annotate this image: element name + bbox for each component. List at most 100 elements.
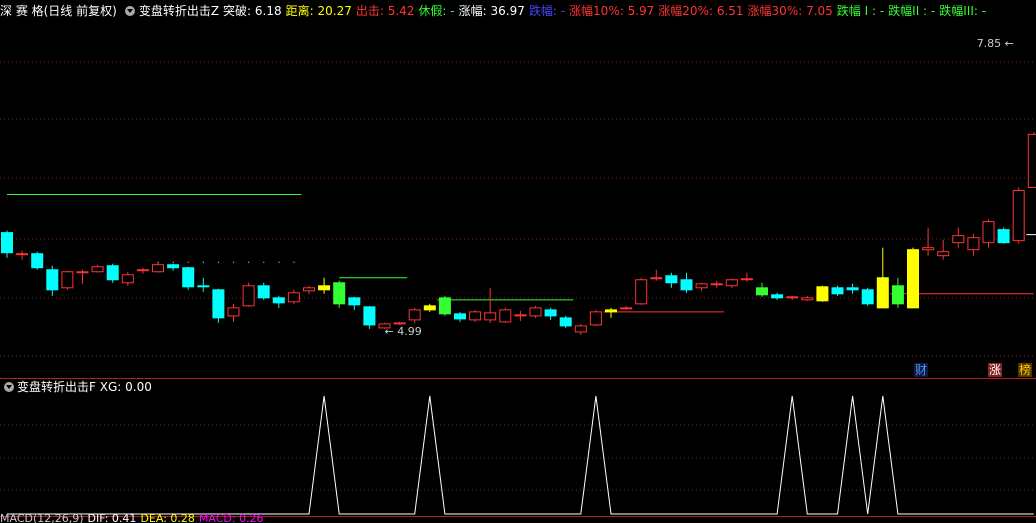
candle-body — [771, 294, 784, 299]
xg-series-line — [7, 395, 1034, 515]
candle-body — [786, 296, 799, 299]
candle-body — [31, 253, 44, 269]
candle-body — [484, 312, 497, 321]
candle-body — [559, 317, 572, 327]
chart-canvas: 7.85 ← ← 4.99 — [0, 37, 1036, 517]
header-item: 距离: 20.27 — [285, 4, 352, 18]
candle-body — [212, 289, 225, 319]
candle-body — [907, 249, 919, 309]
xg-value: 0.00 — [125, 380, 152, 394]
candle-body — [861, 289, 874, 305]
candle-body — [816, 286, 829, 302]
header-item: 跌幅III: - — [939, 4, 987, 18]
candle-body — [152, 264, 164, 273]
candle-body — [922, 247, 935, 251]
candle-body — [438, 297, 451, 315]
candle-body — [227, 307, 240, 317]
candle-body — [318, 285, 331, 291]
candle-body — [801, 297, 814, 301]
price-annotation: ← 4.99 — [385, 325, 422, 338]
candle-body — [891, 285, 904, 305]
candle-body — [1012, 190, 1025, 242]
candle-body — [514, 314, 527, 317]
candle-body — [665, 275, 678, 284]
candle-body — [121, 274, 134, 284]
candle-body — [167, 264, 180, 269]
candle-body — [16, 253, 29, 256]
candlestick-chart: 7.85 ← ← 4.99 — [1, 37, 1036, 338]
dot-marker — [248, 261, 250, 263]
dot-marker — [233, 261, 235, 263]
candle-body — [605, 309, 617, 313]
badge[interactable]: 涨 — [988, 363, 1003, 377]
candle-body — [1, 232, 13, 254]
candle-body — [997, 229, 1010, 244]
candle-body — [529, 307, 542, 317]
dot-marker — [293, 261, 295, 263]
candle-body — [408, 309, 421, 321]
dot-marker — [278, 261, 280, 263]
header-item: 出击: 5.42 — [355, 4, 415, 18]
candle-body — [136, 269, 149, 272]
candle-body — [106, 265, 119, 281]
chart-header: 深 赛 格(日线 前复权) 变盘转折出击Z 突破: 6.18 距离: 20.27 出击:… — [0, 2, 994, 20]
dot-marker — [202, 261, 204, 263]
candle-body — [242, 285, 255, 307]
dot-marker — [263, 261, 265, 263]
macd-item: MACD: 0.26 — [198, 512, 264, 523]
candle-body — [287, 292, 300, 303]
header-item: 涨幅30%: 7.05 — [747, 4, 833, 18]
candle-body — [756, 287, 768, 296]
candle-body — [303, 287, 315, 292]
candle-body — [544, 309, 557, 317]
dot-marker — [187, 261, 189, 263]
macd-item: MACD(12,26,9) — [0, 512, 84, 523]
sub-indicator-name[interactable]: 变盘转折出击F — [17, 380, 96, 394]
dot-marker — [172, 261, 174, 263]
candle-body — [952, 235, 965, 244]
badge[interactable]: 财 — [914, 363, 929, 377]
header-item: 休假: - — [418, 4, 455, 18]
candle-body — [197, 285, 210, 288]
candle-body — [725, 279, 738, 287]
candle-body — [876, 277, 889, 309]
candle-body — [182, 267, 195, 288]
candle-body — [46, 269, 59, 291]
sub-indicator-header: 变盘转折出击F XG: 0.00 — [0, 379, 152, 395]
indicator-name[interactable]: 变盘转折出击Z — [139, 4, 219, 18]
header-item: 涨幅: 36.97 — [458, 4, 525, 18]
candle-body — [1027, 133, 1036, 188]
candle-body — [454, 313, 466, 320]
candle-body — [363, 306, 376, 326]
dropdown-icon[interactable] — [124, 6, 135, 16]
candle-body — [574, 325, 587, 333]
xg-indicator-chart — [7, 395, 1034, 515]
candle-body — [257, 285, 270, 299]
xg-label: XG: — [99, 380, 122, 394]
candle-body — [469, 311, 482, 321]
candle-body — [967, 237, 980, 251]
badge[interactable]: 榜 — [1018, 363, 1033, 377]
candle-body — [650, 277, 663, 280]
candle-body — [91, 266, 104, 273]
candle-body — [423, 305, 436, 311]
candle-body — [499, 309, 512, 323]
macd-header: MACD(12,26,9) DIF: 0.41 DEA: 0.28 MACD: 0.2… — [0, 512, 268, 523]
candle-body — [635, 279, 648, 305]
candle-body — [620, 307, 633, 310]
candle-body — [272, 297, 285, 304]
candle-body — [937, 251, 950, 257]
indicator-values: 突破: 6.18 距离: 20.27 出击: 5.42 休假: - 涨幅: 36.97 跌… — [223, 4, 990, 18]
candle-body — [982, 221, 995, 244]
macd-item: DEA: 0.28 — [140, 512, 195, 523]
candle-body — [589, 311, 602, 326]
candle-body — [76, 271, 89, 274]
dropdown-icon[interactable] — [4, 382, 14, 392]
candle-body — [680, 279, 693, 291]
candle-body — [348, 297, 361, 306]
macd-item: DIF: 0.41 — [87, 512, 137, 523]
price-annotation: 7.85 ← — [977, 37, 1014, 50]
candle-body — [333, 282, 346, 305]
header-item: 涨幅20%: 6.51 — [658, 4, 744, 18]
candle-body — [710, 283, 723, 286]
